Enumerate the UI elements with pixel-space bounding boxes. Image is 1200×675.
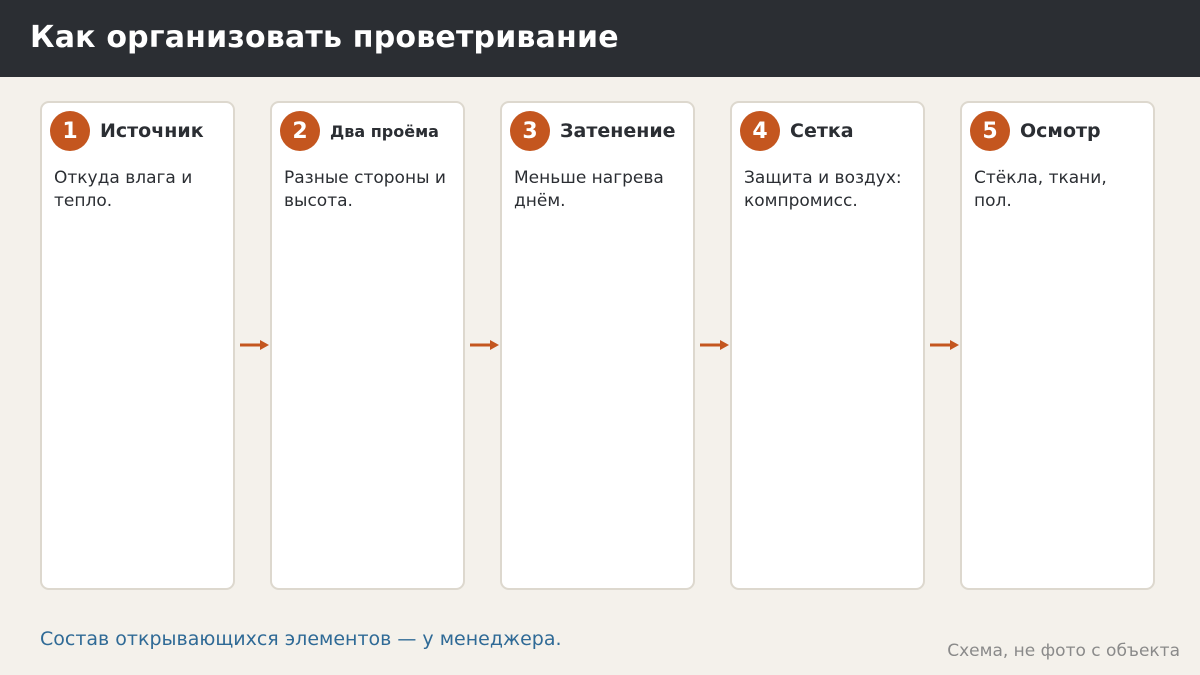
step-number-badge: 2 <box>280 111 320 151</box>
step-card-4: 4 Сетка Защита и воздух: компромисс. <box>730 101 925 590</box>
step-description: Разные стороны и высота. <box>284 168 446 211</box>
footer-note: Состав открывающихся элементов — у менед… <box>40 628 562 650</box>
step-description: Стёкла, ткани, пол. <box>974 168 1107 211</box>
step-number-badge: 1 <box>50 111 90 151</box>
step-title: Затенение <box>560 120 676 142</box>
step-card-3: 3 Затенение Меньше нагрева днём. <box>500 101 695 590</box>
step-card-1: 1 Источник Откуда влага и тепло. <box>40 101 235 590</box>
image-caption: Схема, не фото с объекта <box>947 641 1180 661</box>
step-number-badge: 3 <box>510 111 550 151</box>
step-description: Откуда влага и тепло. <box>54 168 193 211</box>
arrow-right-icon <box>240 340 269 350</box>
step-title: Сетка <box>790 120 854 142</box>
step-description: Меньше нагрева днём. <box>514 168 664 211</box>
step-card-5: 5 Осмотр Стёкла, ткани, пол. <box>960 101 1155 590</box>
step-title: Два проёма <box>330 122 439 141</box>
step-number-badge: 5 <box>970 111 1010 151</box>
step-number-badge: 4 <box>740 111 780 151</box>
steps-flow: 1 Источник Откуда влага и тепло. 2 Два п… <box>0 0 1200 675</box>
step-title: Осмотр <box>1020 120 1101 142</box>
step-title: Источник <box>100 120 204 142</box>
step-card-2: 2 Два проёма Разные стороны и высота. <box>270 101 465 590</box>
arrow-right-icon <box>930 340 959 350</box>
step-description: Защита и воздух: компромисс. <box>744 168 902 211</box>
arrow-right-icon <box>470 340 499 350</box>
arrow-right-icon <box>700 340 729 350</box>
